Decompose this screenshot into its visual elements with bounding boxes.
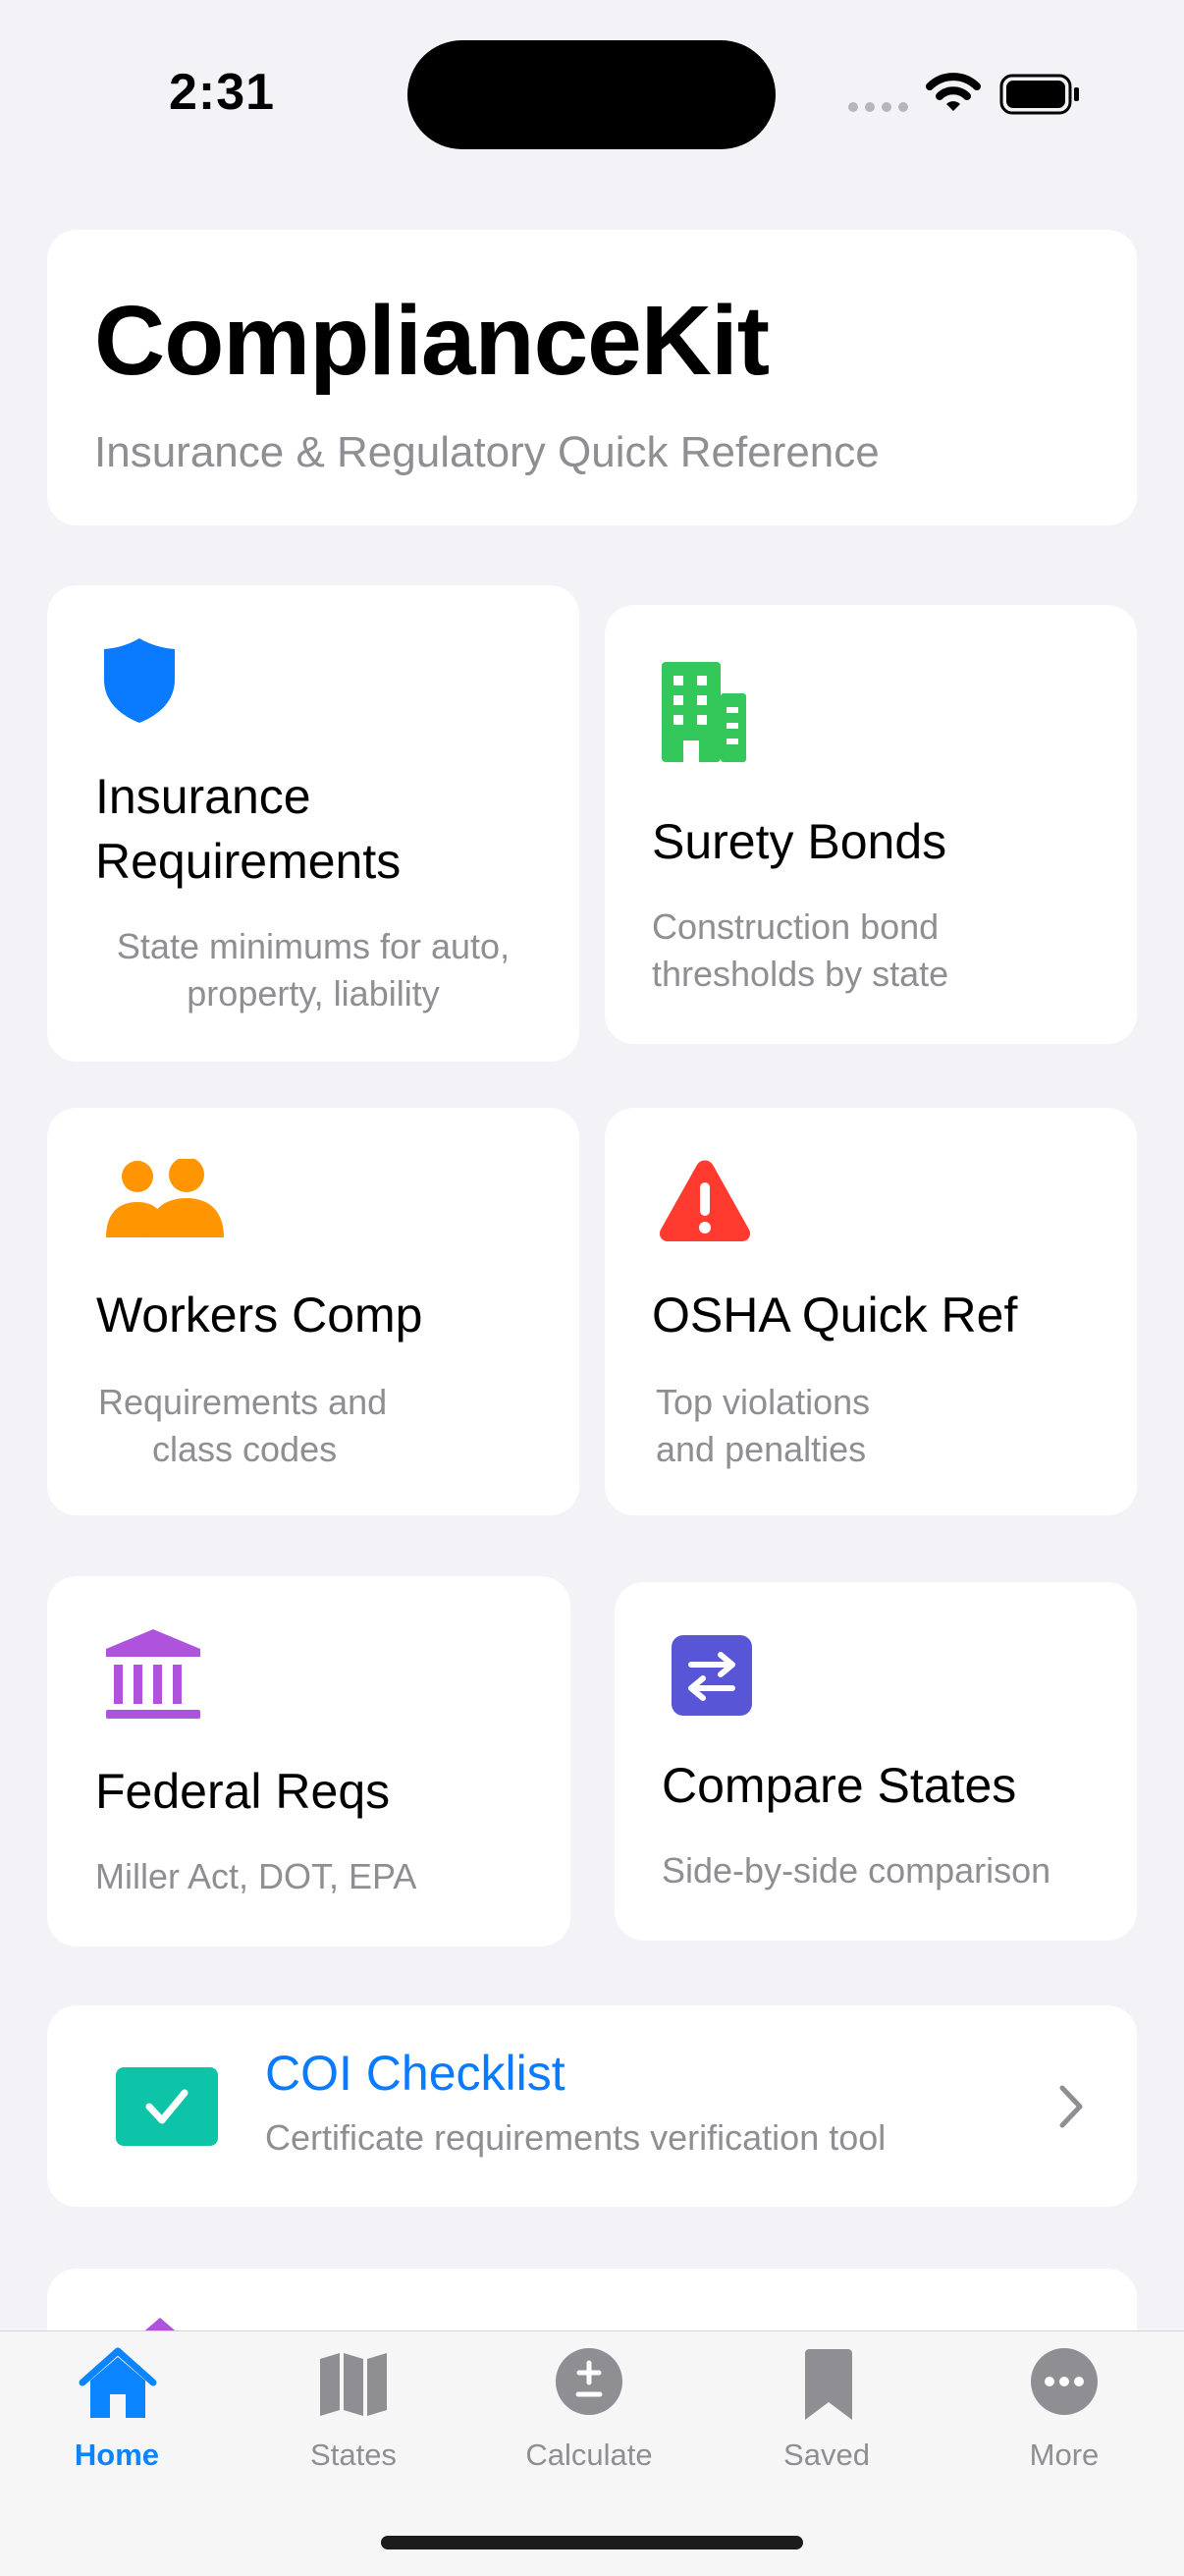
osha-quick-ref-card[interactable]: OSHA Quick Ref Top violations and penalt… — [605, 1108, 1137, 1515]
people-icon — [106, 1159, 224, 1237]
card-title: Compare States — [662, 1758, 1017, 1813]
card-title: Insurance — [95, 769, 311, 824]
tab-label: Calculate — [525, 2438, 653, 2472]
app-subtitle: Insurance & Regulatory Quick Reference — [94, 428, 880, 476]
ellipsis-icon — [1031, 2348, 1098, 2415]
arrows-icon — [672, 1635, 752, 1716]
map-icon — [320, 2353, 387, 2416]
tab-label: Home — [74, 2438, 160, 2472]
card-description: property, liability — [187, 973, 440, 1014]
card-description: Top violations — [656, 1382, 871, 1422]
warning-icon — [659, 1160, 751, 1241]
checkmark-icon — [116, 2067, 218, 2146]
card-description: thresholds by state — [652, 954, 949, 994]
bank-icon — [106, 1629, 200, 1719]
card-description: class codes — [152, 1429, 338, 1469]
battery-icon — [999, 74, 1079, 115]
cellular-icon — [848, 102, 908, 112]
wifi-icon — [926, 73, 981, 111]
insurance-requirements-card[interactable]: Insurance Requirements State minimums fo… — [47, 585, 579, 1062]
tab-calculate[interactable]: Calculate — [491, 2331, 687, 2528]
tab-label: States — [310, 2438, 397, 2472]
card-description: Construction bond — [652, 906, 940, 947]
chevron-right-icon — [1059, 2085, 1083, 2128]
card-title: Workers Comp — [96, 1288, 423, 1343]
surety-bonds-card[interactable]: Surety Bonds Construction bond threshold… — [605, 605, 1137, 1044]
card-title: Surety Bonds — [652, 814, 947, 869]
app-title: ComplianceKit — [94, 286, 770, 396]
coi-description: Certificate requirements verification to… — [265, 2117, 887, 2158]
dynamic-island — [407, 40, 776, 149]
coi-title: COI Checklist — [265, 2046, 565, 2101]
plus-minus-icon — [556, 2348, 622, 2415]
card-title: Requirements — [95, 834, 402, 889]
tab-saved[interactable]: Saved — [728, 2331, 925, 2528]
shield-icon — [104, 638, 175, 723]
card-description: Side-by-side comparison — [662, 1850, 1051, 1891]
card-description: and penalties — [656, 1429, 867, 1469]
compare-states-card[interactable]: Compare States Side-by-side comparison — [615, 1582, 1137, 1941]
card-description: Miller Act, DOT, EPA — [95, 1856, 417, 1896]
building-icon — [662, 662, 746, 762]
federal-reqs-card[interactable]: Federal Reqs Miller Act, DOT, EPA — [47, 1576, 570, 1946]
workers-comp-card[interactable]: Workers Comp Requirements and class code… — [47, 1108, 579, 1515]
card-title: Federal Reqs — [95, 1764, 391, 1819]
bookmark-icon — [805, 2349, 852, 2420]
tab-states[interactable]: States — [255, 2331, 452, 2528]
card-description: Requirements and — [98, 1382, 388, 1422]
house-icon — [79, 2347, 157, 2418]
card-title: OSHA Quick Ref — [652, 1288, 1018, 1343]
home-indicator[interactable] — [381, 2536, 803, 2549]
card-description: State minimums for auto, — [116, 926, 511, 966]
tab-label: More — [1029, 2438, 1100, 2472]
tab-more[interactable]: More — [966, 2331, 1162, 2528]
coi-checklist-row[interactable]: COI Checklist Certificate requirements v… — [47, 2005, 1137, 2207]
status-time: 2:31 — [169, 64, 276, 121]
tab-home[interactable]: Home — [19, 2331, 215, 2528]
tab-label: Saved — [783, 2438, 870, 2472]
